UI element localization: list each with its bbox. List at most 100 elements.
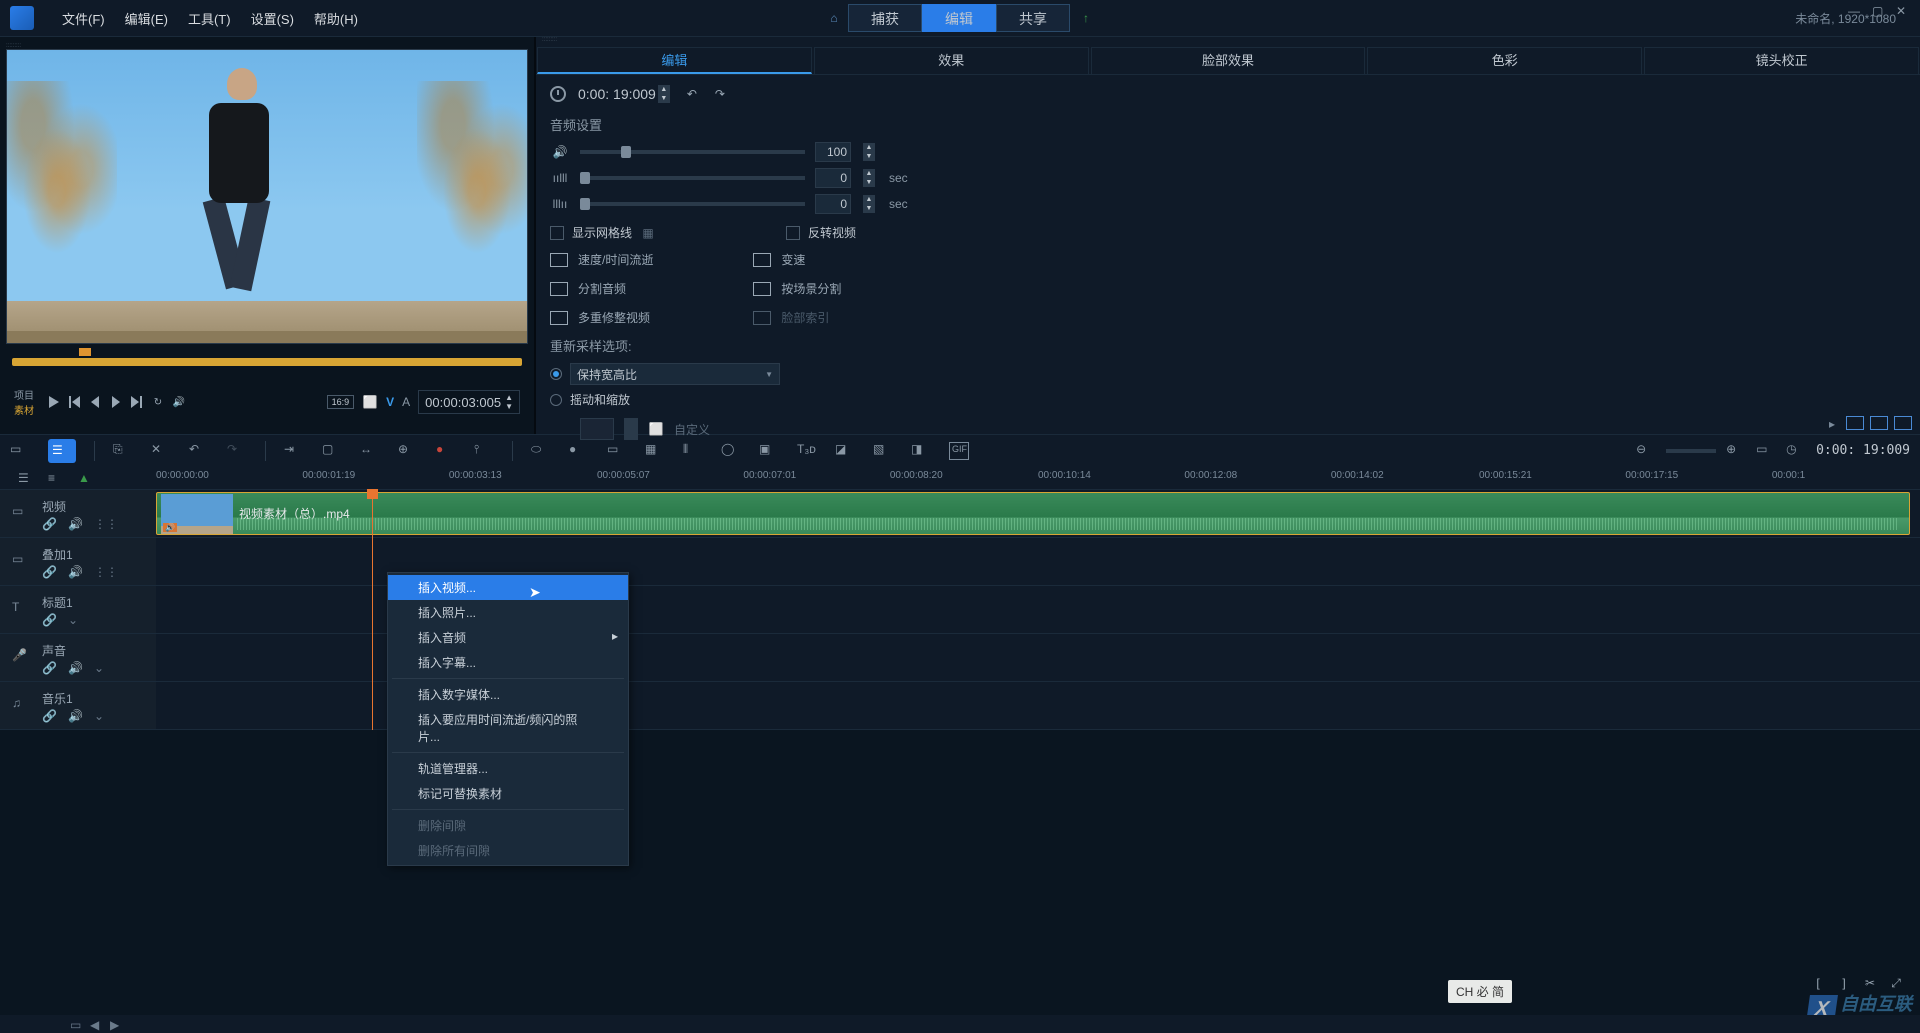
record-icon[interactable]: ● xyxy=(436,442,456,460)
zoom-out-icon[interactable]: ⊖ xyxy=(1636,442,1656,460)
spin-down-icon[interactable]: ▼ xyxy=(863,204,875,213)
aspect-toggle[interactable]: 16:9 xyxy=(327,395,355,409)
nav-capture[interactable]: 捕获 xyxy=(848,4,922,32)
transition-icon[interactable]: ⬭ xyxy=(531,442,551,460)
grid-settings-icon[interactable]: ▦ xyxy=(640,225,656,241)
preview-timecode[interactable]: 00:00:03:005 ▲▼ xyxy=(418,390,520,414)
undo-icon[interactable]: ↶ xyxy=(189,442,209,460)
zoom-slider[interactable] xyxy=(1666,449,1716,453)
playhead[interactable] xyxy=(372,490,373,730)
redo-rotate-icon[interactable]: ↷ xyxy=(710,86,730,102)
tab-effects[interactable]: 效果 xyxy=(814,47,1089,74)
edit-timecode[interactable]: 0:00: 19:009 ▲▼ xyxy=(578,85,670,103)
fadeout-slider[interactable] xyxy=(580,202,805,206)
ctx-item[interactable]: 插入字幕... xyxy=(388,650,628,675)
menu-file[interactable]: 文件(F) xyxy=(52,9,115,28)
radio-keep-aspect[interactable] xyxy=(550,368,562,380)
mark-out-icon[interactable]: ] xyxy=(1836,975,1852,991)
panel-layout-icon-1[interactable] xyxy=(1846,416,1864,430)
fit-icon[interactable]: ▢ xyxy=(322,442,342,460)
gif-icon[interactable]: GIF xyxy=(949,442,969,460)
track-vol-icon[interactable]: 🔊 xyxy=(68,565,80,577)
spin-up-icon[interactable]: ▲ xyxy=(863,143,875,152)
close-icon[interactable]: ✕ xyxy=(1896,4,1910,18)
v-toggle[interactable]: V xyxy=(386,395,394,409)
fadein-input[interactable] xyxy=(815,168,851,188)
title-icon[interactable]: ▭ xyxy=(607,442,627,460)
action-split-audio[interactable]: 分割音频 xyxy=(550,280,653,297)
custom-icon[interactable]: ⬜ xyxy=(648,421,664,437)
action-scene-split[interactable]: 按场景分割 xyxy=(753,280,841,297)
effect-icon[interactable]: ● xyxy=(569,442,589,460)
volume-slider[interactable] xyxy=(580,150,805,154)
track-link-icon[interactable]: 🔗 xyxy=(42,517,54,529)
action-speed[interactable]: 速度/时间流逝 xyxy=(550,251,653,268)
ctx-item[interactable]: 轨道管理器... xyxy=(388,756,628,781)
tab-face[interactable]: 脸部效果 xyxy=(1091,47,1366,74)
mode-project-label[interactable]: 项目 xyxy=(14,387,34,402)
volume-icon[interactable]: 🔊 xyxy=(171,394,187,410)
ripple-icon[interactable]: ⇥ xyxy=(284,442,304,460)
track-lock-icon[interactable]: ⋮⋮ xyxy=(94,517,106,529)
track-vol-icon[interactable]: 🔊 xyxy=(68,709,80,721)
ctx-item[interactable]: 插入要应用时间流逝/频闪的照片... xyxy=(388,707,628,749)
zoom-fit-icon[interactable]: ▭ xyxy=(1756,442,1776,460)
track-content[interactable]: 🔊视频素材（总）.mp4 xyxy=(156,490,1920,537)
minimize-icon[interactable]: — xyxy=(1848,4,1862,18)
mask-icon[interactable]: ▣ xyxy=(759,442,779,460)
spin-down-icon[interactable]: ▼ xyxy=(863,152,875,161)
radio-pan-zoom[interactable] xyxy=(550,394,562,406)
storyboard-view-icon[interactable]: ▭ xyxy=(10,442,30,460)
collapse-icon[interactable]: ▸ xyxy=(1824,416,1840,432)
track-header[interactable]: ▭叠加1🔗🔊⋮⋮ xyxy=(0,538,156,585)
fadeout-input[interactable] xyxy=(815,194,851,214)
loop-icon[interactable]: ↻ xyxy=(150,394,166,410)
menu-settings[interactable]: 设置(S) xyxy=(241,9,304,28)
volume-input[interactable] xyxy=(815,142,851,162)
spin-up-icon[interactable]: ▲ xyxy=(863,169,875,178)
track-link-icon[interactable]: 🔗 xyxy=(42,565,54,577)
filter-icon[interactable]: ◨ xyxy=(911,442,931,460)
preview-viewport[interactable] xyxy=(6,49,528,344)
track-chev-icon[interactable]: ⌄ xyxy=(94,709,106,721)
spin-down-icon[interactable]: ▼ xyxy=(658,94,670,103)
action-varispeed[interactable]: 变速 xyxy=(753,251,841,268)
color-swatch[interactable] xyxy=(580,418,614,440)
expand-tracks-icon[interactable]: ▲ xyxy=(78,471,94,485)
ctx-item[interactable]: 标记可替换素材 xyxy=(388,781,628,806)
tab-lens[interactable]: 镜头校正 xyxy=(1644,47,1919,74)
cut-icon[interactable]: ✂ xyxy=(1862,975,1878,991)
ctx-item[interactable]: 插入视频... xyxy=(388,575,628,600)
mode-clip-label[interactable]: 素材 xyxy=(14,402,34,417)
goto-start-icon[interactable] xyxy=(66,394,82,410)
tools-icon[interactable]: ✕ xyxy=(151,442,171,460)
scroll-right-icon[interactable]: ▶ xyxy=(110,1018,122,1030)
menu-tools[interactable]: 工具(T) xyxy=(178,9,241,28)
track-vol-icon[interactable]: 🔊 xyxy=(68,661,80,673)
spin-up-icon[interactable]: ▲ xyxy=(658,85,670,94)
maximize-icon[interactable]: ▢ xyxy=(1872,4,1886,18)
menu-edit[interactable]: 编辑(E) xyxy=(115,9,178,28)
ctx-item[interactable]: 插入照片... xyxy=(388,600,628,625)
next-frame-icon[interactable] xyxy=(108,394,124,410)
reverse-checkbox[interactable] xyxy=(786,226,800,240)
track-icon[interactable]: ⫴ xyxy=(683,442,703,460)
action-multi-trim[interactable]: 多重修整视频 xyxy=(550,309,653,326)
undo-rotate-icon[interactable]: ↶ xyxy=(682,86,702,102)
track-chev-icon[interactable]: ⌄ xyxy=(94,661,106,673)
panel-layout-icon-2[interactable] xyxy=(1870,416,1888,430)
ctx-item[interactable]: 插入数字媒体... xyxy=(388,682,628,707)
menu-help[interactable]: 帮助(H) xyxy=(304,9,368,28)
goto-end-icon[interactable] xyxy=(129,394,145,410)
track-chev-icon[interactable]: ⌄ xyxy=(68,613,80,625)
track-header[interactable]: 🎤声音🔗🔊⌄ xyxy=(0,634,156,681)
swatch-dropdown-icon[interactable] xyxy=(624,418,638,440)
expand-icon[interactable]: ⤢ xyxy=(1888,975,1904,991)
grid-icon[interactable]: ▦ xyxy=(645,442,665,460)
mark-in-icon[interactable]: [ xyxy=(1810,975,1826,991)
tab-color[interactable]: 色彩 xyxy=(1367,47,1642,74)
resample-dropdown[interactable]: 保持宽高比 xyxy=(570,363,780,385)
split-screen-icon[interactable]: ◪ xyxy=(835,442,855,460)
list-icon[interactable]: ☰ xyxy=(18,471,34,485)
prev-frame-icon[interactable] xyxy=(87,394,103,410)
